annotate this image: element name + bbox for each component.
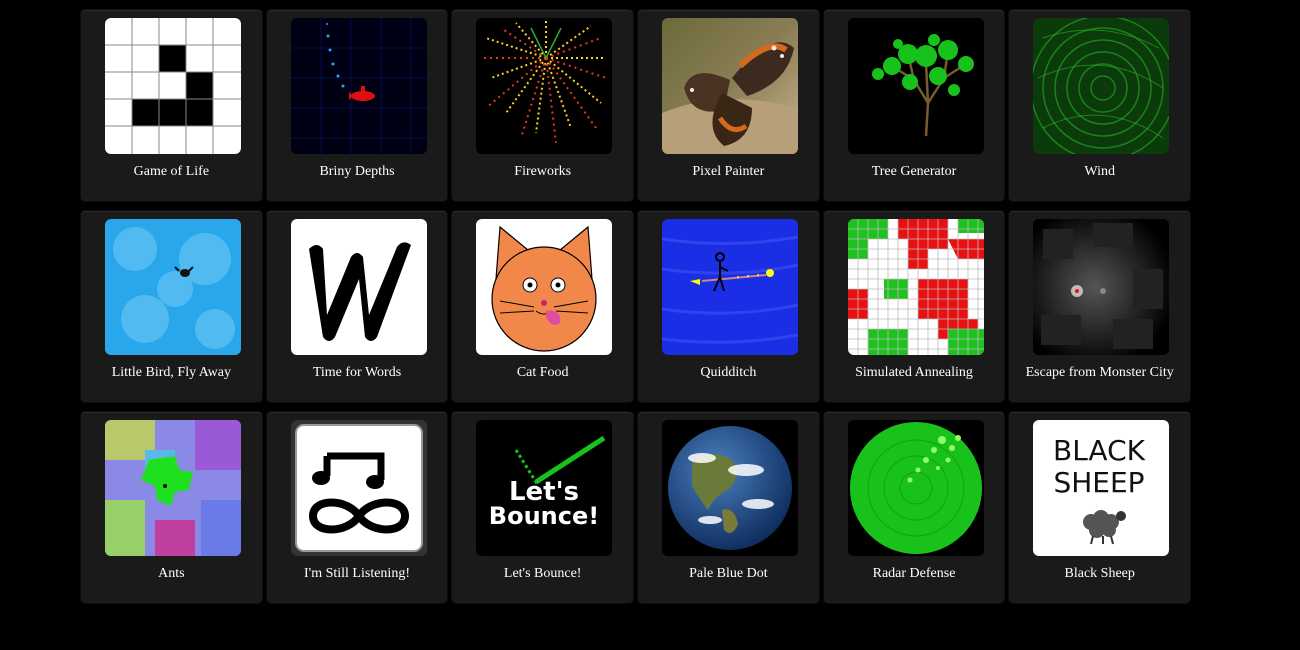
game-card-escape-monster-city[interactable]: Escape from Monster City	[1009, 211, 1191, 402]
game-card-still-listening[interactable]: I'm Still Listening!	[266, 412, 448, 603]
game-title: Let's Bounce!	[503, 566, 582, 581]
game-of-life-icon	[105, 18, 241, 154]
game-title: Fireworks	[514, 164, 572, 179]
game-title: Simulated Annealing	[855, 365, 973, 380]
game-card-briny-depths[interactable]: Briny Depths	[266, 10, 448, 201]
game-card-game-of-life[interactable]: Game of Life	[81, 10, 262, 201]
game-card-simulated-annealing[interactable]: Simulated Annealing	[823, 211, 1005, 402]
game-title: Ants	[158, 566, 185, 581]
game-title: Tree Generator	[871, 164, 957, 179]
games-row: Little Bird, Fly Away Time for Words Cat…	[81, 211, 1191, 402]
letter-w-icon	[290, 219, 427, 355]
game-card-lets-bounce[interactable]: Let's Bounce! Let's Bounce!	[452, 412, 634, 603]
bounce-thumb-line2: Bounce!	[489, 502, 599, 530]
game-title: Pale Blue Dot	[689, 566, 768, 581]
game-card-radar-defense[interactable]: Radar Defense	[823, 412, 1005, 603]
game-title: Little Bird, Fly Away	[111, 365, 231, 380]
fireworks-icon	[476, 18, 613, 154]
bounce-logo-icon: Let's Bounce!	[476, 420, 613, 556]
monster-city-icon	[1033, 219, 1170, 355]
ants-icon	[105, 420, 241, 556]
sheep-icon: BLACK SHEEP	[1033, 420, 1170, 556]
game-title: Pixel Painter	[692, 164, 765, 179]
game-card-fireworks[interactable]: Fireworks	[452, 10, 634, 201]
butterfly-icon	[662, 18, 799, 154]
radar-icon	[847, 420, 984, 556]
game-card-ants[interactable]: Ants	[81, 412, 262, 603]
sheep-thumb-line1: BLACK	[1053, 434, 1146, 467]
game-title: Wind	[1084, 164, 1115, 179]
bird-icon	[105, 219, 241, 355]
games-grid: Game of Life Briny Depths Fireworks Pixe…	[81, 10, 1191, 613]
game-card-quidditch[interactable]: Quidditch	[638, 211, 819, 402]
game-title: I'm Still Listening!	[304, 566, 410, 581]
earth-icon	[662, 420, 799, 556]
submarine-icon	[290, 18, 427, 154]
music-infinity-icon	[290, 420, 427, 556]
game-title: Quidditch	[700, 365, 757, 380]
tree-icon	[847, 18, 984, 154]
game-card-pale-blue-dot[interactable]: Pale Blue Dot	[638, 412, 819, 603]
game-card-tree-generator[interactable]: Tree Generator	[823, 10, 1005, 201]
game-title: Game of Life	[133, 164, 210, 179]
cat-face-icon	[476, 219, 613, 355]
game-title: Time for Words	[312, 365, 402, 380]
sheep-thumb-line2: SHEEP	[1054, 466, 1145, 499]
game-card-cat-food[interactable]: Cat Food	[452, 211, 634, 402]
game-title: Black Sheep	[1064, 566, 1135, 581]
game-card-black-sheep[interactable]: BLACK SHEEP Black Sheep	[1009, 412, 1191, 603]
broom-rider-icon	[662, 219, 799, 355]
wind-swirl-icon	[1033, 18, 1170, 154]
game-title: Escape from Monster City	[1025, 365, 1174, 380]
games-row: Game of Life Briny Depths Fireworks Pixe…	[81, 10, 1191, 201]
game-title: Cat Food	[516, 365, 569, 380]
game-title: Radar Defense	[872, 566, 956, 581]
game-card-wind[interactable]: Wind	[1009, 10, 1191, 201]
game-title: Briny Depths	[319, 164, 395, 179]
game-card-time-for-words[interactable]: Time for Words	[266, 211, 448, 402]
games-row: Ants I'm Still Listening! Let's Bounce! …	[81, 412, 1191, 603]
game-card-little-bird[interactable]: Little Bird, Fly Away	[81, 211, 262, 402]
game-card-pixel-painter[interactable]: Pixel Painter	[638, 10, 819, 201]
annealing-grid-icon	[847, 219, 984, 355]
